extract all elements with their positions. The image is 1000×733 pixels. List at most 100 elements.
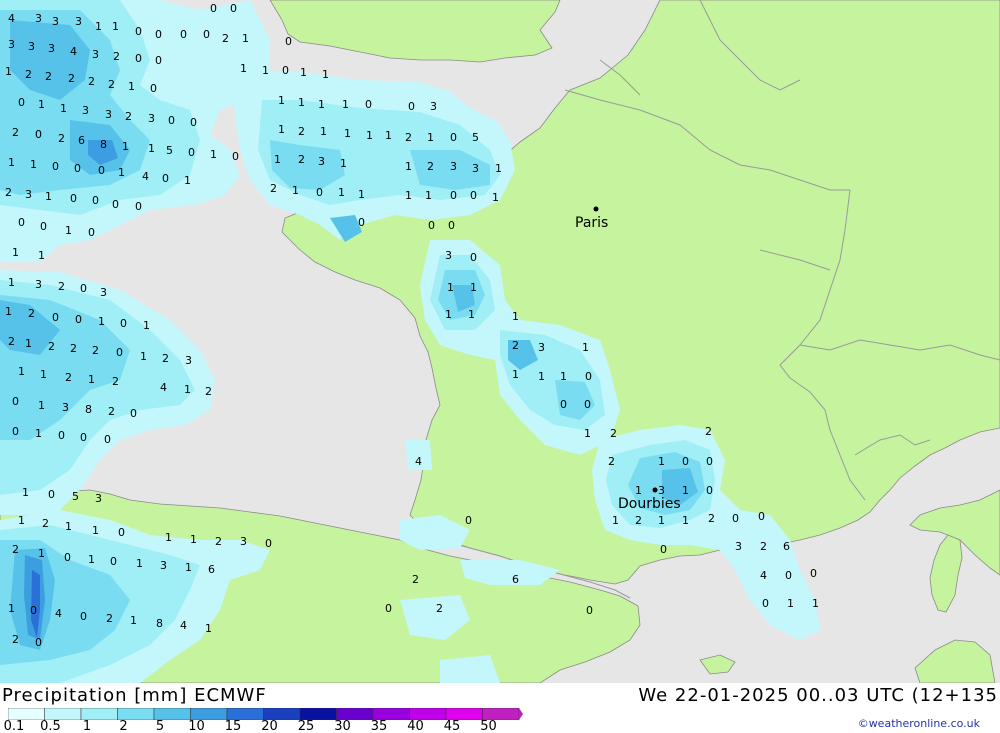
precip-value-label: 1 (278, 123, 285, 136)
precip-value-label: 3 (52, 15, 59, 28)
precip-value-label: 0 (150, 82, 157, 95)
precip-value-label: 3 (735, 540, 742, 553)
precip-value-label: 1 (338, 186, 345, 199)
precip-value-label: 2 (205, 385, 212, 398)
precip-value-label: 4 (160, 381, 167, 394)
precip-value-label: 0 (104, 433, 111, 446)
precip-value-label: 5 (72, 490, 79, 503)
precip-value-label: 2 (28, 307, 35, 320)
precip-value-label: 2 (106, 612, 113, 625)
precip-value-label: 1 (292, 184, 299, 197)
legend-label: 35 (370, 719, 388, 733)
precip-value-label: 0 (116, 346, 123, 359)
precip-value-label: 2 (610, 427, 617, 440)
precip-value-label: 0 (74, 162, 81, 175)
precip-value-label: 1 (25, 337, 32, 350)
precip-value-label: 2 (298, 153, 305, 166)
precip-value-label: 0 (758, 510, 765, 523)
legend-label: 0.1 (3, 719, 25, 733)
legend-label: 40 (407, 719, 424, 733)
precip-value-label: 1 (8, 602, 15, 615)
precip-value-label: 1 (8, 156, 15, 169)
precip-value-label: 1 (340, 157, 347, 170)
precip-value-label: 2 (48, 340, 55, 353)
legend-label: 2 (119, 719, 128, 733)
precip-value-label: 1 (358, 188, 365, 201)
credit-link[interactable]: ©weatheronline.co.uk (858, 717, 980, 730)
precip-value-label: 1 (136, 557, 143, 570)
precip-value-label: 1 (190, 533, 197, 546)
precip-value-label: 8 (85, 403, 92, 416)
precip-value-label: 1 (658, 514, 665, 527)
precip-value-label: 0 (316, 186, 323, 199)
precip-value-label: 0 (52, 160, 59, 173)
precip-value-label: 2 (125, 110, 132, 123)
precip-value-label: 1 (468, 308, 475, 321)
precip-value-label: 2 (25, 68, 32, 81)
precip-value-label: 2 (512, 339, 519, 352)
precip-value-label: 0 (92, 194, 99, 207)
precip-value-label: 0 (265, 537, 272, 550)
precip-value-label: 6 (512, 573, 519, 586)
legend-label: 50 (480, 719, 497, 733)
precip-value-label: 0 (75, 313, 82, 326)
precip-value-label: 0 (470, 189, 477, 202)
precip-value-label: 2 (8, 335, 15, 348)
precip-value-label: 0 (448, 219, 455, 232)
precip-value-label: 2 (436, 602, 443, 615)
precip-value-label: 1 (385, 129, 392, 142)
precip-value-label: 2 (42, 517, 49, 530)
precip-value-label: 0 (135, 52, 142, 65)
precip-value-label: 0 (682, 455, 689, 468)
precip-value-label: 1 (318, 98, 325, 111)
precip-value-label: 3 (430, 100, 437, 113)
precip-value-label: 2 (405, 131, 412, 144)
precip-value-label: 1 (560, 370, 567, 383)
precip-value-label: 2 (12, 543, 19, 556)
precip-value-label: 1 (92, 524, 99, 537)
precip-value-label: 0 (18, 216, 25, 229)
precip-value-label: 2 (427, 160, 434, 173)
precip-value-label: 1 (184, 174, 191, 187)
precip-value-label: 0 (203, 28, 210, 41)
precip-value-label: 1 (512, 368, 519, 381)
precip-value-label: 0 (706, 484, 713, 497)
precip-value-label: 3 (92, 48, 99, 61)
precip-value-label: 2 (760, 540, 767, 553)
precip-value-label: 1 (8, 276, 15, 289)
precip-value-label: 1 (130, 614, 137, 627)
precip-value-label: 0 (385, 602, 392, 615)
precip-value-label: 3 (35, 278, 42, 291)
precip-value-label: 1 (112, 20, 119, 33)
precip-value-label: 2 (5, 186, 12, 199)
precip-value-label: 0 (110, 555, 117, 568)
precip-value-label: 1 (447, 281, 454, 294)
precip-value-label: 1 (274, 153, 281, 166)
precip-value-label: 0 (706, 455, 713, 468)
precip-value-label: 0 (80, 610, 87, 623)
precip-value-label: 0 (180, 28, 187, 41)
precip-value-label: 1 (184, 383, 191, 396)
precip-value-label: 0 (428, 219, 435, 232)
precip-value-label: 1 (5, 65, 12, 78)
precip-value-label: 1 (143, 319, 150, 332)
precip-value-label: 2 (70, 342, 77, 355)
precip-value-label: 0 (365, 98, 372, 111)
precip-value-label: 6 (783, 540, 790, 553)
precip-value-label: 0 (155, 54, 162, 67)
precip-value-label: 0 (155, 28, 162, 41)
precip-value-label: 1 (18, 514, 25, 527)
precip-value-label: 2 (412, 573, 419, 586)
precip-value-label: 0 (732, 512, 739, 525)
precip-value-label: 0 (584, 398, 591, 411)
precip-value-label: 3 (100, 286, 107, 299)
precip-value-label: 3 (105, 108, 112, 121)
precip-value-label: 2 (68, 72, 75, 85)
precip-value-label: 8 (100, 138, 107, 151)
precip-value-label: 1 (298, 96, 305, 109)
precip-value-label: 1 (88, 553, 95, 566)
precip-value-label: 3 (48, 42, 55, 55)
precip-value-label: 1 (682, 484, 689, 497)
precip-value-label: 1 (148, 142, 155, 155)
precip-value-label: 4 (415, 455, 422, 468)
